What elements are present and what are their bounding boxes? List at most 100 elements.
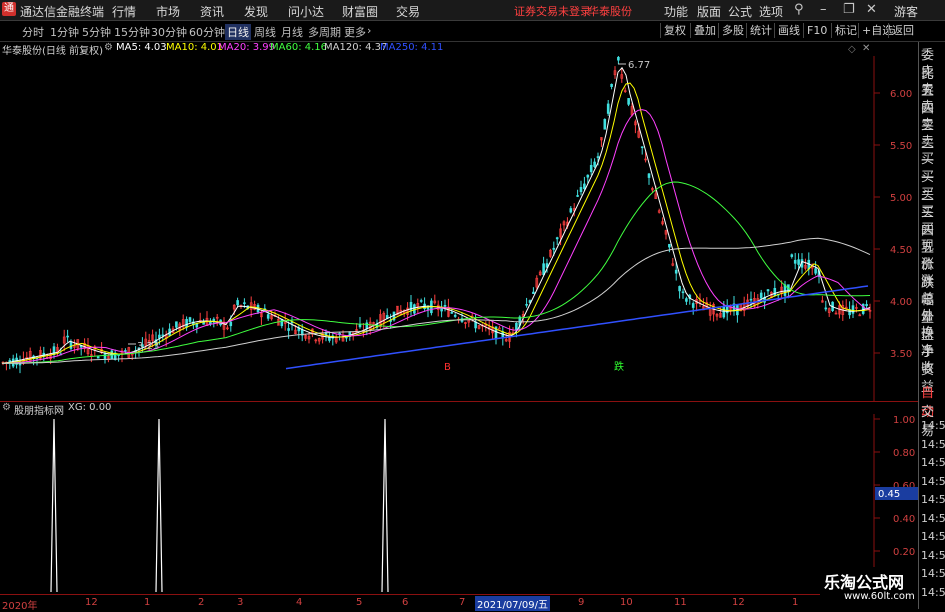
candle-body [185,318,188,328]
period-5min[interactable]: 5分钟 [82,24,111,40]
indicator-spikes [50,418,389,593]
candle-body [668,243,671,248]
period-15min[interactable]: 15分钟 [114,24,150,40]
menu-function[interactable]: 功能 [664,3,688,20]
trade-time-label: 14:56 [921,419,945,432]
indicator-current: 0.45 [878,489,900,500]
candle-body [413,304,416,314]
date-axis: 2020年 12 1 2 3 4 5 6 7 2021/07/09/五 9 10… [0,594,918,612]
candle-body [773,288,777,296]
app-title: 通达信金融终端 [20,5,105,19]
user-label[interactable]: 游客 [894,3,918,20]
candle-body [358,324,362,328]
period-1min[interactable]: 1分钟 [50,24,79,40]
menu-formula[interactable]: 公式 [728,3,752,20]
candle-body [576,195,579,197]
candle-body [681,291,685,294]
candle-body [280,318,284,327]
candle-body [814,268,817,274]
restore-icon[interactable]: ❐ [843,2,855,17]
stats-button[interactable]: 统计 [746,23,775,38]
period-intraday[interactable]: 分时 [22,24,44,40]
menu-quotes[interactable]: 行情 [112,3,136,20]
menu-layout[interactable]: 版面 [697,3,721,20]
candle-body [188,317,192,322]
menu-discover[interactable]: 发现 [244,3,268,20]
candle-body [797,259,800,265]
period-30min[interactable]: 30分钟 [151,24,187,40]
candle-body [453,314,457,317]
period-multi[interactable]: 多周期 [308,24,341,40]
menu-ask[interactable]: 问小达 [288,3,324,20]
price-tick-label: 4.00 [890,297,912,308]
f10-button[interactable]: F10 [803,23,830,38]
collapse-icon[interactable]: ◇ [848,44,856,55]
candle-body [542,263,545,276]
period-60min[interactable]: 60分钟 [189,24,225,40]
xg-value: XG: 0.00 [68,402,112,413]
menu-wealth[interactable]: 财富圈 [342,3,378,20]
menu-options[interactable]: 选项 [759,3,783,20]
candle-body [596,156,600,158]
candlestick-chart[interactable]: 6.77 3.23 B 跌 6.506.005.505.004.504.003.… [0,56,918,402]
trade-time-label: 14:56 [921,474,945,488]
candle-body [569,208,573,213]
ma250-label: MA250: 4.11 [380,42,444,53]
candle-body [532,291,535,294]
back-button[interactable]: 返回 [888,23,917,38]
ma10-label: MA10: 4.01 [166,42,224,53]
price-tick-label: 6.00 [890,89,912,100]
price-axis: 6.506.005.505.004.504.003.50 [874,89,912,360]
candle-body [627,98,630,105]
candle-body [589,164,593,173]
candle-body [674,269,678,274]
candle-body [749,298,753,301]
trade-time-label: 14:56 [921,548,945,562]
draw-button[interactable]: 画线 [774,23,803,38]
search-icon[interactable]: ⚲ [794,2,804,17]
indicator-chart[interactable]: 1.000.800.600.400.20 0.45 [0,414,918,594]
date-label: 3 [237,597,244,608]
close-icon[interactable]: ✕ [866,2,877,17]
candle-body [175,321,178,328]
candle-body [515,322,518,331]
ma20-label: MA20: 3.99 [218,42,276,53]
settings-icon[interactable]: ⚙ [104,42,113,53]
menu-market[interactable]: 市场 [156,3,180,20]
indicator-settings-icon[interactable]: ⚙ [2,402,11,413]
candle-body [685,298,688,302]
price-tick-label: 3.50 [890,349,912,360]
period-toolbar: 分时 1分钟 5分钟 15分钟 30分钟 60分钟 日线 周线 月线 多周期 更… [0,21,945,42]
period-more[interactable]: 更多 [344,24,366,40]
date-label: 2 [198,597,205,608]
menu-news[interactable]: 资讯 [200,3,224,20]
candlestick-series [1,56,872,374]
chevron-right-icon[interactable]: › [367,24,371,37]
multi-stock-button[interactable]: 多股 [718,23,747,38]
period-weekly[interactable]: 周线 [254,24,276,40]
minimize-icon[interactable]: – [820,2,827,17]
candle-body [593,161,596,167]
candle-body [69,341,73,349]
close-pane-icon[interactable]: ✕ [862,43,870,54]
overlay-button[interactable]: 叠加 [690,23,719,38]
candle-body [647,173,651,178]
adjust-button[interactable]: 复权 [660,23,689,38]
mark-button[interactable]: 标记 [831,23,860,38]
date-label: 6 [402,597,409,608]
menu-trade[interactable]: 交易 [396,3,420,20]
candle-body [419,300,423,302]
candle-body [124,350,127,352]
buy-mark: B [444,362,451,373]
candle-body [793,259,797,264]
indicator-tick-label: 0.80 [893,448,915,459]
period-daily[interactable]: 日线 [225,24,251,40]
candle-body [287,328,290,331]
candle-body [640,146,644,149]
period-monthly[interactable]: 月线 [281,24,303,40]
candle-body [586,174,590,178]
login-warning[interactable]: 证券交易未登录 [514,3,591,19]
indicator-spike [50,418,58,593]
candle-body [790,254,794,257]
indicator-tick-label: 0.20 [893,547,915,558]
